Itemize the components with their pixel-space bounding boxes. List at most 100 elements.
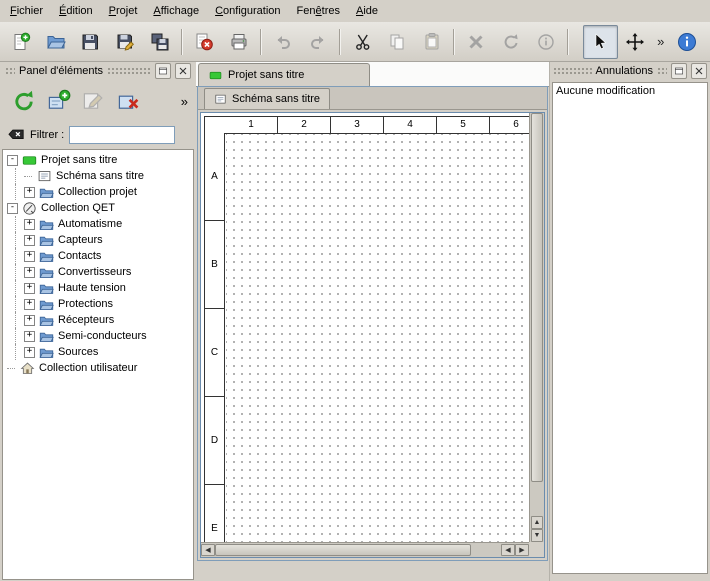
- horizontal-scrollbar-thumb[interactable]: [215, 544, 471, 556]
- float-icon: [673, 65, 685, 77]
- tree-expander[interactable]: +: [24, 235, 35, 246]
- close-panel-button[interactable]: [175, 63, 191, 79]
- close-panel-button[interactable]: [691, 63, 707, 79]
- tree-expander[interactable]: +: [24, 331, 35, 342]
- menu-aide[interactable]: Aide: [348, 0, 386, 22]
- delete-element-button[interactable]: [111, 85, 146, 117]
- tree-expander[interactable]: -: [7, 155, 18, 166]
- move-icon: [625, 32, 645, 52]
- menu-fichier[interactable]: Fichier: [2, 0, 51, 22]
- rotate-button[interactable]: [494, 25, 529, 59]
- new-element-button[interactable]: [41, 85, 76, 117]
- scroll-left-button[interactable]: ◀: [201, 544, 215, 556]
- tree-expander[interactable]: +: [24, 299, 35, 310]
- project-tab-label: Projet sans titre: [228, 69, 304, 81]
- save-as-button[interactable]: [108, 25, 143, 59]
- undo-button[interactable]: [266, 25, 301, 59]
- rotate-icon: [501, 32, 521, 52]
- undo-panel-titlebar[interactable]: Annulations: [550, 62, 710, 80]
- tree-expander[interactable]: +: [24, 315, 35, 326]
- scroll-down-button[interactable]: ▼: [531, 529, 543, 542]
- tree-item-collection-utilisateur[interactable]: Collection utilisateur: [3, 360, 193, 376]
- reload-collections-button[interactable]: [6, 85, 41, 117]
- paste-button[interactable]: [415, 25, 450, 59]
- menu-projet[interactable]: Projet: [101, 0, 146, 22]
- new-document-button[interactable]: [4, 25, 39, 59]
- dock-grip[interactable]: [107, 67, 151, 75]
- toolbar-separator: [339, 29, 341, 55]
- edit-element-button[interactable]: [76, 85, 111, 117]
- diagram-canvas[interactable]: 123456 ABCDE: [201, 113, 529, 542]
- tree-item-automatisme[interactable]: +Automatisme: [3, 216, 193, 232]
- tree-expander[interactable]: -: [7, 203, 18, 214]
- cut-button[interactable]: [345, 25, 380, 59]
- copy-button[interactable]: [380, 25, 415, 59]
- menu-configuration[interactable]: Configuration: [207, 0, 288, 22]
- tree-item-convertisseurs[interactable]: +Convertisseurs: [3, 264, 193, 280]
- tree-item-collection-projet[interactable]: +Collection projet: [3, 184, 193, 200]
- tree-expander[interactable]: +: [24, 267, 35, 278]
- diagram-tab[interactable]: Schéma sans titre: [204, 88, 330, 109]
- diagram-view: 123456 ABCDE ▲ ▼ ◀: [200, 112, 545, 558]
- delete-icon: [466, 32, 486, 52]
- folder-icon: [39, 345, 54, 360]
- tree-expander[interactable]: +: [24, 219, 35, 230]
- print-button[interactable]: [222, 25, 257, 59]
- tree-item-semi-conducteurs[interactable]: +Semi-conducteurs: [3, 328, 193, 344]
- undo-history-list[interactable]: Aucune modification: [552, 82, 708, 574]
- project-tabbar: Projet sans titre: [196, 62, 549, 87]
- tree-item-projet-sans-titre[interactable]: -Projet sans titre: [3, 152, 193, 168]
- tree-item-sources[interactable]: +Sources: [3, 344, 193, 360]
- tree-item-contacts[interactable]: +Contacts: [3, 248, 193, 264]
- tree-item-collection-qet[interactable]: -Collection QET: [3, 200, 193, 216]
- save-all-icon: [150, 32, 170, 52]
- tree-item-haute-tension[interactable]: +Haute tension: [3, 280, 193, 296]
- cut-icon: [353, 32, 373, 52]
- tree-guide: [7, 328, 16, 344]
- scroll-up-button[interactable]: ▲: [531, 516, 543, 529]
- about-button[interactable]: [669, 25, 704, 59]
- menu-edition[interactable]: Édition: [51, 0, 101, 22]
- menu-fenetres[interactable]: Fenêtres: [289, 0, 348, 22]
- tree-expander[interactable]: +: [24, 251, 35, 262]
- grid-area[interactable]: [226, 134, 529, 542]
- tree-item-schema-sans-titre[interactable]: Schéma sans titre: [3, 168, 193, 184]
- main-area: Panel d'éléments » Filtrer : -Projet san…: [0, 62, 710, 581]
- dock-grip[interactable]: [5, 67, 15, 75]
- close-file-button[interactable]: [187, 25, 222, 59]
- tree-item-protections[interactable]: +Protections: [3, 296, 193, 312]
- scroll-right-button[interactable]: ▶: [515, 544, 529, 556]
- tree-expander[interactable]: +: [24, 187, 35, 198]
- panel-overflow-chevron[interactable]: »: [181, 94, 190, 109]
- toolbar-overflow-chevron[interactable]: »: [652, 34, 669, 49]
- filter-input[interactable]: [69, 126, 175, 144]
- delete-button[interactable]: [459, 25, 494, 59]
- tree-item-recepteurs[interactable]: + Récepteurs: [3, 312, 193, 328]
- horizontal-scrollbar[interactable]: ◀ ◀ ▶: [201, 542, 529, 557]
- float-panel-button[interactable]: [155, 63, 171, 79]
- project-tab[interactable]: Projet sans titre: [198, 63, 370, 86]
- tree-expander[interactable]: +: [24, 347, 35, 358]
- tree-expander[interactable]: +: [24, 283, 35, 294]
- redo-button[interactable]: [301, 25, 336, 59]
- vertical-scrollbar-thumb[interactable]: [531, 113, 543, 482]
- float-icon: [157, 65, 169, 77]
- float-panel-button[interactable]: [671, 63, 687, 79]
- save-all-button[interactable]: [142, 25, 177, 59]
- element-info-button[interactable]: [528, 25, 563, 59]
- menu-affichage[interactable]: Affichage: [145, 0, 207, 22]
- tree-item-capteurs[interactable]: +Capteurs: [3, 232, 193, 248]
- tree-item-label: Récepteurs: [58, 314, 114, 326]
- elements-panel-titlebar[interactable]: Panel d'éléments: [2, 62, 194, 80]
- open-button[interactable]: [39, 25, 74, 59]
- dock-grip[interactable]: [657, 67, 667, 75]
- move-tool-button[interactable]: [618, 25, 653, 59]
- scroll-left-button-2[interactable]: ◀: [501, 544, 515, 556]
- vertical-scrollbar[interactable]: ▲ ▼: [529, 113, 544, 542]
- new-element-icon: [47, 89, 71, 113]
- dock-grip[interactable]: [553, 67, 592, 75]
- save-button[interactable]: [73, 25, 108, 59]
- clear-filter-icon[interactable]: [7, 126, 25, 144]
- select-tool-button[interactable]: [583, 25, 618, 59]
- tree-guide: [7, 248, 16, 264]
